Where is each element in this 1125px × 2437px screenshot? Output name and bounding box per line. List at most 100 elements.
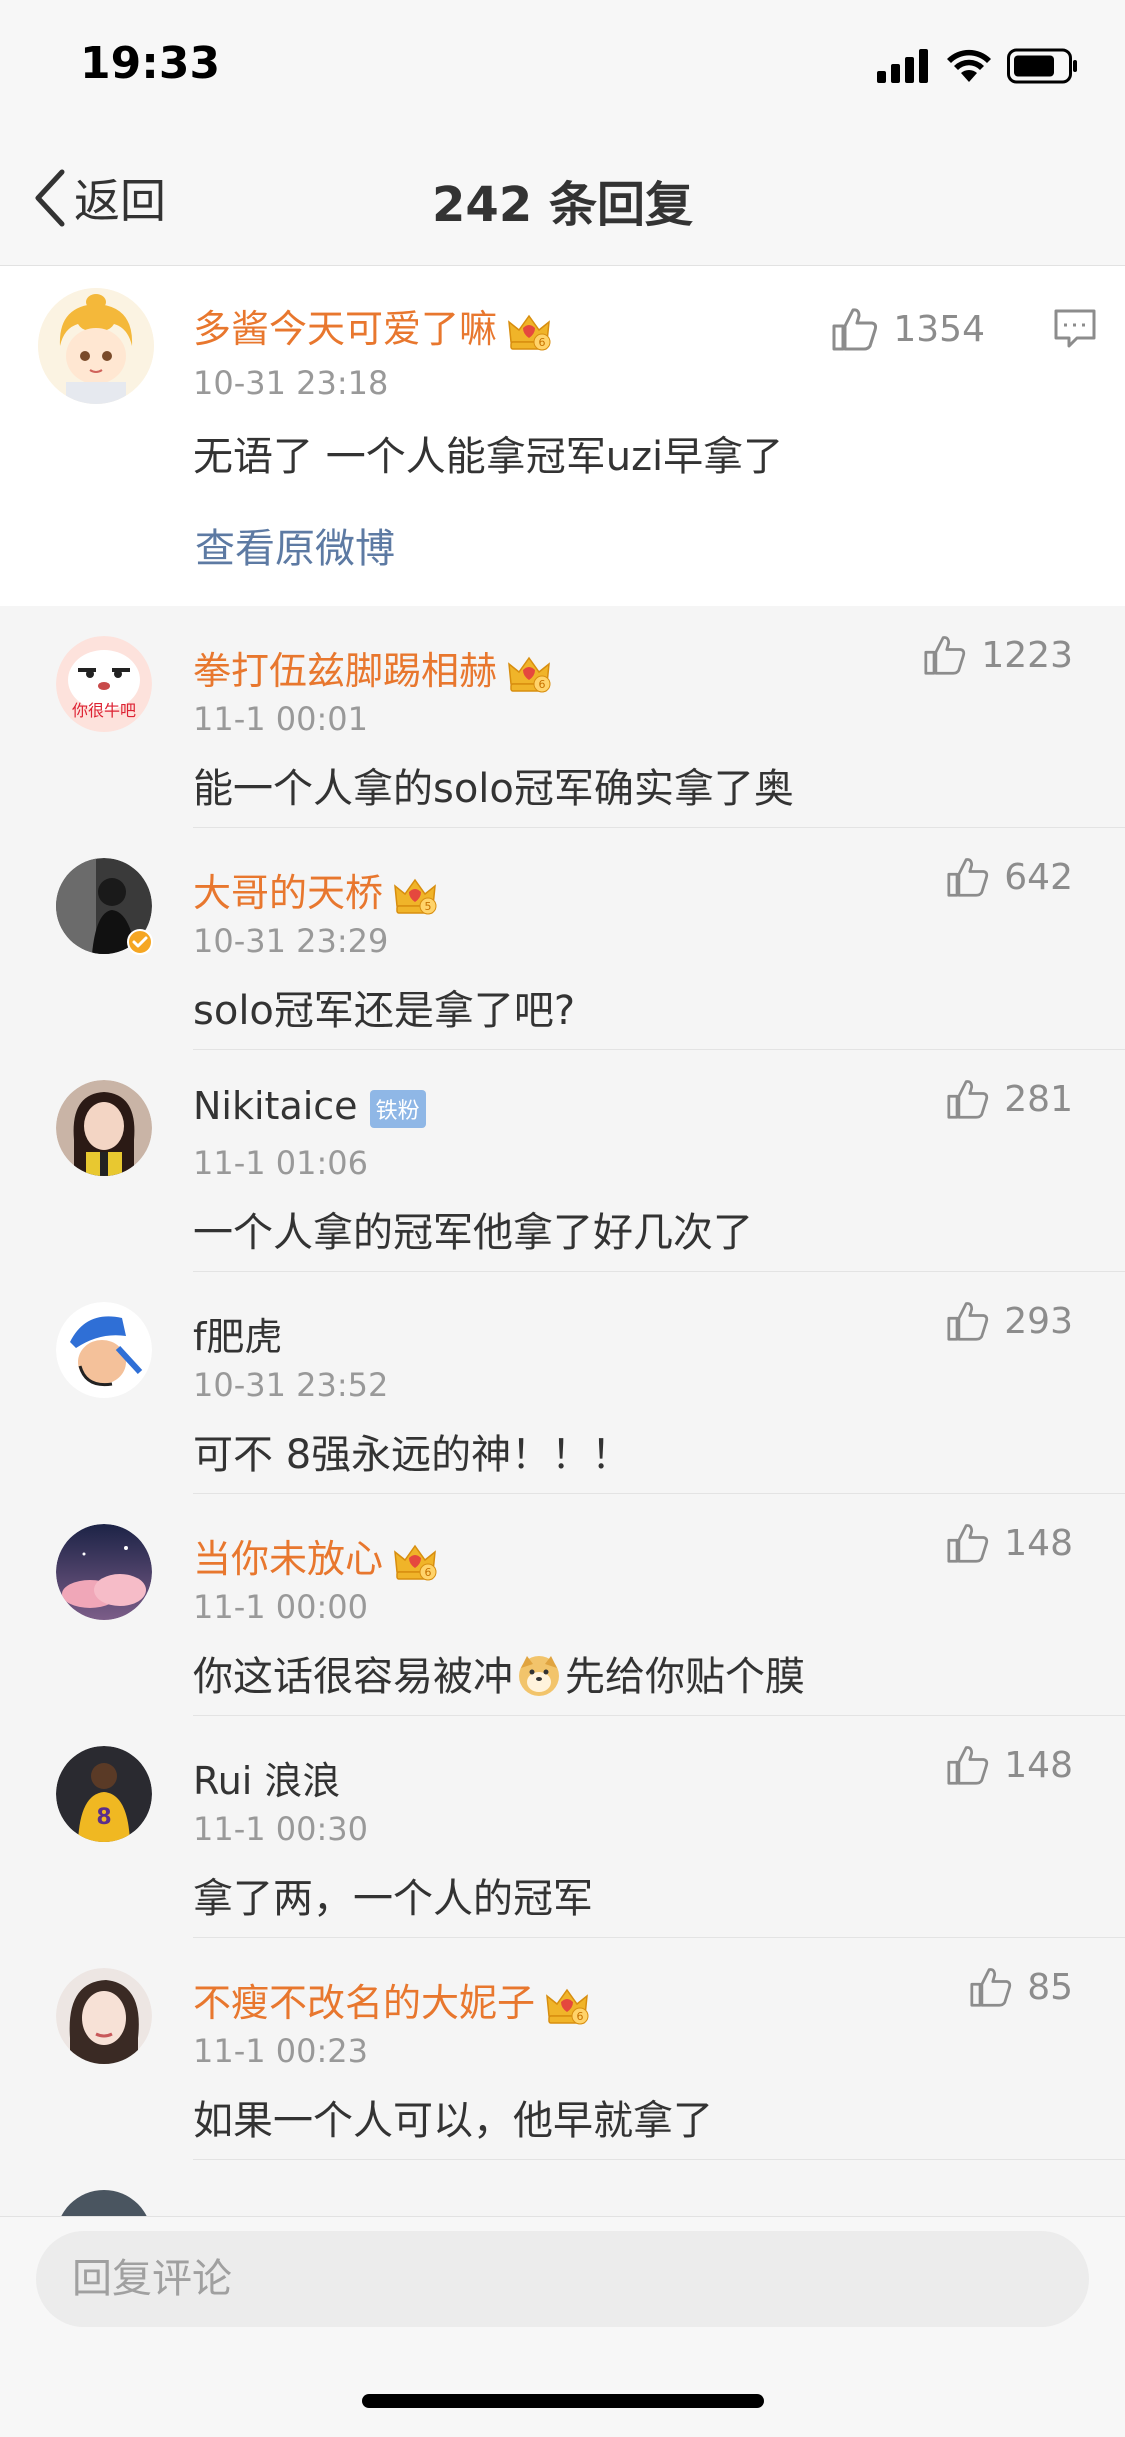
username[interactable]: Nikitaice 铁粉: [193, 1084, 426, 1128]
list-item: 当你未放心 6 11-1 00:00 你这话很容易被冲 先给你贴个膜 148: [0, 1494, 1125, 1716]
avatar[interactable]: [56, 1968, 152, 2064]
like-button[interactable]: 85: [969, 1966, 1073, 2008]
timestamp: 11-1 00:00: [193, 1588, 369, 1626]
like-button[interactable]: 148: [946, 1744, 1073, 1786]
avatar[interactable]: [56, 1080, 152, 1176]
crown-icon: 6: [546, 1988, 589, 2024]
list-item-partial: [0, 2160, 1125, 2216]
timestamp: 10-31 23:18: [193, 364, 389, 402]
username-text: 当你未放心: [193, 1537, 384, 1581]
verified-icon: [127, 929, 153, 955]
username-text: 不瘦不改名的大妮子: [193, 1981, 536, 2025]
thumbs-up-icon: [947, 858, 989, 897]
avatar[interactable]: [56, 1524, 152, 1620]
svg-text:你很牛吧: 你很牛吧: [72, 701, 136, 720]
status-icons: [877, 48, 1079, 84]
like-button[interactable]: 281: [946, 1078, 1073, 1120]
view-original-link[interactable]: 查看原微博: [195, 516, 395, 574]
list-item: f肥虎 10-31 23:52 可不 8强永远的神！！！ 293: [0, 1272, 1125, 1494]
crown-icon: 6: [508, 656, 551, 692]
username[interactable]: 不瘦不改名的大妮子 6: [193, 1972, 589, 2027]
comment-text: 你这话很容易被冲 先给你贴个膜: [193, 1644, 805, 1702]
status-bar: 19:33: [0, 0, 1125, 135]
crown-icon: 5: [394, 878, 437, 914]
comment-text: solo冠军还是拿了吧?: [193, 988, 576, 1034]
like-button[interactable]: 293: [946, 1300, 1073, 1342]
comment-text-part: 先给你贴个膜: [565, 1654, 805, 1700]
username[interactable]: 多酱今天可爱了嘛 6: [193, 298, 551, 353]
avatar[interactable]: [56, 2190, 152, 2216]
signal-icon: [877, 49, 928, 83]
crown-icon: 6: [508, 314, 551, 350]
comment-text: 能一个人拿的solo冠军确实拿了奥: [193, 766, 794, 812]
timestamp: 10-31 23:52: [193, 1366, 389, 1404]
list-item: 大哥的天桥 5 10-31 23:29 solo冠军还是拿了吧? 642: [0, 828, 1125, 1050]
nav-bar: 返回 242 条回复: [0, 135, 1125, 266]
like-count: 293: [1004, 1300, 1073, 1342]
thumbs-up-icon: [947, 1524, 989, 1563]
avatar[interactable]: [38, 288, 154, 404]
like-button[interactable]: 642: [946, 856, 1073, 898]
like-count: 148: [1004, 1744, 1073, 1786]
comment-text: 无语了 一个人能拿冠军uzi早拿了: [193, 434, 784, 480]
timestamp: 11-1 00:30: [193, 1810, 369, 1848]
svg-text:6: 6: [539, 678, 546, 691]
comment-button[interactable]: [1053, 308, 1097, 354]
status-time: 19:33: [80, 38, 221, 89]
svg-text:5: 5: [425, 900, 432, 913]
username[interactable]: f肥虎: [193, 1306, 282, 1361]
svg-text:6: 6: [577, 2010, 584, 2023]
page-title: 242 条回复: [432, 177, 693, 233]
crown-icon: 6: [394, 1544, 437, 1580]
svg-text:6: 6: [539, 336, 546, 349]
like-button[interactable]: 148: [946, 1522, 1073, 1564]
svg-text:8: 8: [96, 1805, 111, 1830]
fan-badge: 铁粉: [369, 1089, 426, 1128]
avatar[interactable]: [56, 1302, 152, 1398]
username-text: 大哥的天桥: [193, 871, 384, 915]
list-item: 不瘦不改名的大妮子 6 11-1 00:23 如果一个人可以，他早就拿了 85: [0, 1938, 1125, 2160]
list-item: Nikitaice 铁粉 11-1 01:06 一个人拿的冠军他拿了好几次了 28…: [0, 1050, 1125, 1272]
home-indicator[interactable]: [362, 2394, 764, 2408]
username-text: Nikitaice: [193, 1084, 358, 1128]
avatar[interactable]: 8: [56, 1746, 152, 1842]
like-count: 85: [1027, 1966, 1073, 2008]
like-button[interactable]: 1223: [923, 634, 1073, 676]
like-count: 281: [1004, 1078, 1073, 1120]
comment-text-part: 你这话很容易被冲: [193, 1654, 513, 1700]
main-comment: 多酱今天可爱了嘛 6 10-31 23:18 无语了 一个人能拿冠军uzi早拿了…: [0, 266, 1125, 606]
username[interactable]: 拳打伍兹脚踢相赫 6: [193, 640, 551, 695]
username[interactable]: 当你未放心 6: [193, 1528, 437, 1583]
comment-text: 可不 8强永远的神！！！: [193, 1432, 632, 1478]
thumbs-up-icon: [947, 1080, 989, 1119]
username[interactable]: Rui 浪浪: [193, 1750, 340, 1805]
like-count: 1354: [893, 308, 985, 350]
timestamp: 11-1 01:06: [193, 1144, 369, 1182]
thumbs-up-icon: [947, 1302, 989, 1341]
like-count: 148: [1004, 1522, 1073, 1564]
username-text: Rui 浪浪: [193, 1759, 341, 1803]
username-text: 多酱今天可爱了嘛: [193, 307, 498, 351]
thumbs-up-icon: [970, 1968, 1012, 2007]
avatar[interactable]: 你很牛吧: [56, 636, 152, 732]
comment-text: 一个人拿的冠军他拿了好几次了: [193, 1210, 753, 1256]
timestamp: 11-1 00:01: [193, 700, 369, 738]
reply-input[interactable]: [36, 2231, 1089, 2327]
comment-text: 如果一个人可以，他早就拿了: [193, 2098, 713, 2144]
like-button[interactable]: 1354: [831, 306, 985, 352]
timestamp: 11-1 00:23: [193, 2032, 369, 2070]
list-item: 8 Rui 浪浪 11-1 00:30 拿了两，一个人的冠军 148: [0, 1716, 1125, 1938]
username-text: 拳打伍兹脚踢相赫: [193, 649, 498, 693]
svg-text:6: 6: [425, 1566, 432, 1579]
timestamp: 10-31 23:29: [193, 922, 389, 960]
list-item: 你很牛吧 拳打伍兹脚踢相赫 6 11-1 00:01 能一个人拿的solo冠军确…: [0, 606, 1125, 828]
thumbs-up-icon: [924, 636, 966, 675]
username-text: f肥虎: [193, 1315, 283, 1359]
comment-icon: [1054, 309, 1096, 348]
reply-list: 你很牛吧 拳打伍兹脚踢相赫 6 11-1 00:01 能一个人拿的solo冠军确…: [0, 606, 1125, 2216]
username[interactable]: 大哥的天桥 5: [193, 862, 437, 917]
battery-icon: [1007, 48, 1077, 84]
dog-emoji-icon: [519, 1656, 559, 1696]
like-count: 1223: [981, 634, 1073, 676]
thumbs-up-icon: [947, 1746, 989, 1785]
